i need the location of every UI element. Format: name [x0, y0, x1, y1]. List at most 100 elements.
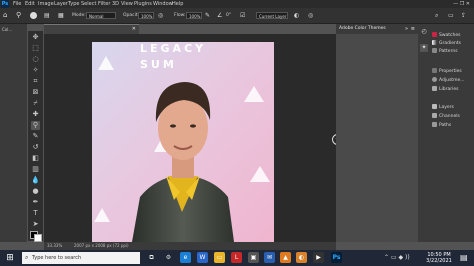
aligned-checkbox[interactable]: ☑ — [240, 12, 247, 19]
mail-icon[interactable]: ✉ — [264, 252, 275, 263]
crop-tool-icon[interactable]: ⌗ — [31, 77, 40, 86]
notifications-icon[interactable]: ▤ — [460, 253, 468, 262]
patterns-panel-item[interactable]: Patterns — [432, 48, 458, 55]
collapse-panel-icon[interactable]: » — [405, 24, 408, 34]
color-themes-header: Adobe Color Themes » ≡ — [336, 24, 418, 34]
blur-tool-icon[interactable]: 💧 — [31, 176, 40, 185]
lasso-tool-icon[interactable]: ◌ — [31, 55, 40, 64]
left-collapsed-panel: Col... — [0, 24, 27, 242]
clone-stamp-tool-icon[interactable]: ⚲ — [31, 121, 40, 130]
angle-value[interactable]: 0° — [226, 8, 231, 23]
search-icon[interactable]: ⌕ — [435, 12, 442, 19]
menu-edit[interactable]: Edit — [25, 0, 35, 8]
clock[interactable]: 10:50 PM 3/22/2021 — [423, 252, 455, 264]
workspace-icon[interactable]: ▭ — [448, 12, 455, 19]
history-brush-tool-icon[interactable]: ↺ — [31, 143, 40, 152]
settings-icon[interactable]: ⚙ — [163, 252, 174, 263]
word-icon[interactable]: W — [197, 252, 208, 263]
swatches-panel-item[interactable]: Swatches — [432, 32, 461, 39]
quick-select-tool-icon[interactable]: ✧ — [31, 66, 40, 75]
banner-text-2: SUM — [140, 58, 177, 71]
share-icon[interactable]: ⇪ — [461, 12, 468, 19]
close-tab-icon[interactable]: ✕ — [129, 25, 136, 34]
menu-window[interactable]: Window — [153, 0, 173, 8]
menu-layer[interactable]: Layer — [54, 0, 68, 8]
color-panel-tab[interactable]: Col... — [2, 27, 12, 32]
background-color-swatch[interactable] — [34, 234, 42, 242]
gradients-panel-item[interactable]: Gradients — [432, 40, 461, 47]
menu-view[interactable]: View — [121, 0, 133, 8]
menu-file[interactable]: File — [13, 0, 21, 8]
layers-panel-item[interactable]: Layers — [432, 104, 454, 111]
path-selection-tool-icon[interactable]: ➤ — [31, 220, 40, 229]
clock-date: 3/22/2021 — [426, 258, 452, 264]
dodge-tool-icon[interactable]: ● — [31, 187, 40, 196]
search-icon: ⌕ — [25, 254, 29, 261]
eyedropper-tool-icon[interactable]: ⌿ — [31, 99, 40, 108]
brush-tool-icon[interactable]: ✎ — [31, 132, 40, 141]
paths-panel-item[interactable]: Paths — [432, 122, 451, 129]
window-controls[interactable]: — ❐ ✕ — [453, 0, 470, 8]
file-explorer-icon[interactable]: ▭ — [214, 252, 225, 263]
panel-menu-icon[interactable]: ≡ — [411, 24, 415, 34]
task-view-icon[interactable]: ⧉ — [146, 252, 157, 263]
lenovo-icon[interactable]: L — [231, 252, 242, 263]
edge-icon[interactable]: e — [180, 252, 191, 263]
photoshop-taskbar-icon[interactable]: Ps — [331, 252, 342, 263]
libraries-panel-item[interactable]: Libraries — [432, 86, 458, 93]
marquee-tool-icon[interactable]: ⬚ — [31, 44, 40, 53]
home-icon[interactable]: ⌂ — [3, 11, 11, 19]
history-icon[interactable]: ◴ — [420, 28, 428, 36]
pressure-opacity-icon[interactable]: ◎ — [158, 12, 165, 19]
properties-panel-item[interactable]: Properties — [432, 68, 462, 75]
ignore-adjustment-icon[interactable]: ◐ — [294, 12, 301, 19]
options-bar: ⌂ ⚲ ▤ ▦ Mode: Normal Opacity: 100% ◎ Flo… — [0, 8, 474, 24]
menu-type[interactable]: Type — [68, 0, 79, 8]
opacity-input[interactable]: 100% — [138, 12, 154, 19]
pen-tool-icon[interactable]: ✒ — [31, 198, 40, 207]
mode-select[interactable]: Normal — [86, 12, 116, 19]
canvas-area[interactable]: LEGACY SUM + — [44, 34, 343, 242]
zoom-level[interactable]: 33.33% — [47, 242, 62, 250]
color-themes-icon[interactable]: ✦ — [420, 44, 428, 52]
document-info[interactable]: 2007 px x 2008 px (72 ppi) — [74, 242, 129, 250]
menu-3d[interactable]: 3D — [112, 0, 119, 8]
clone-source-icon[interactable]: ▦ — [58, 12, 65, 19]
system-tray-icons[interactable]: ⌃ ▭ ◆ )) — [384, 254, 410, 261]
menu-image[interactable]: Image — [38, 0, 54, 8]
gradient-tool-icon[interactable]: ▥ — [31, 165, 40, 174]
menu-bar: Ps File Edit Image Layer Type Select Fil… — [0, 0, 474, 8]
type-tool-icon[interactable]: T — [31, 209, 40, 218]
brush-settings-icon[interactable]: ▤ — [44, 12, 51, 19]
paths-icon — [432, 122, 437, 127]
stamp-tool-icon[interactable]: ⚲ — [16, 11, 24, 19]
banner-text-1: LEGACY — [140, 42, 206, 55]
adjustments-panel-item[interactable]: Adjustme... — [432, 77, 465, 84]
frame-tool-icon[interactable]: ⊠ — [31, 88, 40, 97]
mode-label: Mode: — [72, 13, 86, 18]
flow-input[interactable]: 100% — [186, 12, 202, 19]
document-tab[interactable]: Picture.jpg @ 33.3% (RGB/8#) ✕ — [44, 24, 139, 42]
media-icon[interactable]: ▶ — [313, 252, 324, 263]
store-icon[interactable]: ▣ — [248, 252, 259, 263]
windows-start-icon[interactable]: ⊞ — [5, 253, 15, 263]
status-bar: 33.33% 2007 px x 2008 px (72 ppi) — [44, 242, 336, 250]
eraser-tool-icon[interactable]: ◧ — [31, 154, 40, 163]
brush-size-icon[interactable] — [30, 12, 37, 19]
sample-select[interactable]: Current Layer — [256, 12, 288, 19]
search-placeholder: Type here to search — [31, 255, 82, 261]
vlc-icon[interactable]: ▲ — [280, 252, 291, 263]
move-tool-icon[interactable]: ✥ — [31, 33, 40, 42]
airbrush-icon[interactable]: ✎ — [205, 12, 212, 19]
browser-icon[interactable]: ◐ — [296, 252, 307, 263]
taskbar-search-box[interactable]: ⌕ Type here to search — [22, 252, 140, 264]
menu-filter[interactable]: Filter — [98, 0, 110, 8]
menu-help[interactable]: Help — [172, 0, 183, 8]
pressure-size-icon[interactable]: ◎ — [308, 12, 315, 19]
menu-plugins[interactable]: Plugins — [134, 0, 152, 8]
channels-panel-item[interactable]: Channels — [432, 113, 460, 120]
menu-select[interactable]: Select — [81, 0, 96, 8]
color-themes-title[interactable]: Adobe Color Themes — [336, 26, 386, 31]
photo-canvas[interactable]: LEGACY SUM — [92, 42, 274, 242]
healing-brush-tool-icon[interactable]: ✚ — [31, 110, 40, 119]
